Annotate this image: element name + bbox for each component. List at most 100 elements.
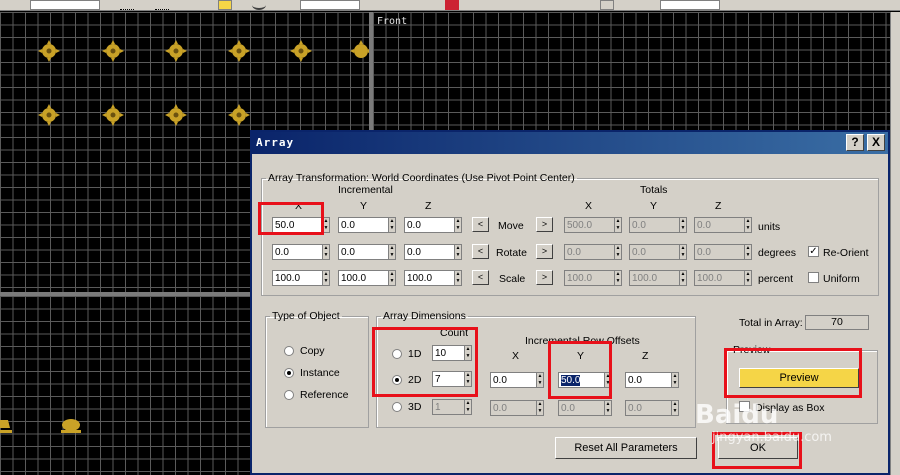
named-selection-dropdown[interactable]: [660, 0, 720, 10]
move-left-arrow-button[interactable]: <: [472, 217, 489, 232]
move-total-x-spinner[interactable]: 500.0 ▲ ▼: [564, 217, 624, 233]
group-legend: Array Dimensions: [383, 310, 466, 322]
rotate-right-arrow-button[interactable]: >: [536, 244, 553, 259]
rotate-icon[interactable]: [252, 0, 266, 10]
command-panel: [890, 12, 900, 475]
array-object-icon: [228, 104, 250, 126]
axis-z-label: Z: [715, 200, 722, 212]
uniform-checkbox[interactable]: [808, 272, 819, 283]
axis-z-label: Z: [425, 200, 432, 212]
highlight-box: [372, 327, 478, 397]
re-orient-label: Re-Orient: [823, 247, 869, 259]
move-total-y-spinner[interactable]: 0.0 ▲ ▼: [629, 217, 689, 233]
totals-label: Totals: [640, 184, 668, 196]
scale-left-arrow-button[interactable]: <: [472, 270, 489, 285]
scale-x-spinner[interactable]: 100.0 ▲ ▼: [272, 270, 332, 286]
degrees-label: degrees: [758, 247, 796, 259]
3d-offset-z-spinner[interactable]: 0.0 ▲ ▼: [625, 400, 681, 416]
array-object-icon: [38, 104, 60, 126]
reference-radio[interactable]: [284, 390, 294, 400]
scale-total-x-spinner[interactable]: 100.0 ▲ ▼: [564, 270, 624, 286]
rotate-left-arrow-button[interactable]: <: [472, 244, 489, 259]
units-label: units: [758, 221, 781, 233]
help-button[interactable]: ?: [846, 134, 864, 151]
instance-radio[interactable]: [284, 368, 294, 378]
array-object-icon: [102, 104, 124, 126]
array-object-icon: [61, 419, 81, 433]
highlight-box: [548, 341, 612, 399]
3d-offset-y-spinner[interactable]: 0.0 ▲ ▼: [558, 400, 614, 416]
scale-z-spinner[interactable]: 100.0 ▲ ▼: [404, 270, 464, 286]
axis-y-label: Y: [650, 200, 658, 212]
viewport-label[interactable]: Front: [377, 16, 407, 27]
rotate-y-spinner[interactable]: 0.0 ▲ ▼: [338, 244, 398, 260]
axis-z-label: Z: [642, 350, 649, 362]
move-total-z-spinner[interactable]: 0.0 ▲ ▼: [694, 217, 754, 233]
mirror-icon[interactable]: [505, 0, 519, 10]
move-z-spinner[interactable]: 0.0 ▲ ▼: [404, 217, 464, 233]
array-object-icon: [290, 40, 312, 62]
rotate-z-spinner[interactable]: 0.0 ▲ ▼: [404, 244, 464, 260]
dialog-title-bar[interactable]: Array ? X: [252, 132, 888, 154]
scale-y-spinner[interactable]: 100.0 ▲ ▼: [338, 270, 398, 286]
move-icon[interactable]: [218, 0, 232, 10]
reference-coord-dropdown[interactable]: [300, 0, 360, 10]
scale-right-arrow-button[interactable]: >: [536, 270, 553, 285]
align-icon[interactable]: [545, 0, 559, 10]
axis-x-label: X: [512, 350, 520, 362]
array-object-icon: [165, 40, 187, 62]
array-object-icon: [0, 420, 12, 433]
3d-count-spinner[interactable]: 1 ▲ ▼: [432, 399, 474, 415]
close-button[interactable]: X: [867, 134, 885, 151]
copy-label: Copy: [300, 345, 325, 357]
2d-offset-z-spinner[interactable]: 0.0 ▲ ▼: [625, 372, 681, 388]
re-orient-checkbox[interactable]: ✓: [808, 246, 819, 257]
2d-offset-x-spinner[interactable]: 0.0 ▲ ▼: [490, 372, 546, 388]
selection-filter-dropdown[interactable]: [30, 0, 100, 10]
named-selection-icon[interactable]: [600, 0, 614, 10]
watermark-url: jingyan.baidu.com: [712, 430, 832, 445]
instance-label: Instance: [300, 367, 340, 379]
rotate-total-x-spinner[interactable]: 0.0 ▲ ▼: [564, 244, 624, 260]
select-region-icon[interactable]: [155, 0, 169, 10]
snap-icon[interactable]: [445, 0, 459, 10]
array-object-icon: [228, 40, 250, 62]
incremental-label: Incremental: [338, 184, 393, 196]
move-label: Move: [498, 220, 524, 232]
array-dialog: Array ? X Array Transformation: World Co…: [250, 130, 890, 475]
reset-all-parameters-button[interactable]: Reset All Parameters: [555, 437, 697, 459]
dialog-title: Array: [256, 136, 295, 149]
scale-total-z-spinner[interactable]: 100.0 ▲ ▼: [694, 270, 754, 286]
rotate-label: Rotate: [496, 247, 527, 259]
array-object-icon: [165, 104, 187, 126]
select-icon[interactable]: [120, 0, 134, 10]
highlight-box: [258, 202, 324, 235]
3d-label: 3D: [408, 401, 422, 413]
move-y-spinner[interactable]: 0.0 ▲ ▼: [338, 217, 398, 233]
total-in-array-value: 70: [805, 315, 869, 330]
scale-label: Scale: [499, 273, 526, 285]
percent-label: percent: [758, 273, 794, 285]
total-in-array-label: Total in Array:: [739, 317, 803, 329]
front-viewport[interactable]: Front: [373, 12, 890, 132]
copy-radio[interactable]: [284, 346, 294, 356]
highlight-box: [724, 348, 862, 398]
array-object-icon: [102, 40, 124, 62]
uniform-label: Uniform: [823, 273, 860, 285]
array-object-icon: [38, 40, 60, 62]
perspective-viewport[interactable]: [0, 296, 250, 475]
main-toolbar: [0, 0, 900, 11]
watermark-logo: Baidu: [695, 400, 779, 430]
move-right-arrow-button[interactable]: >: [536, 217, 553, 232]
rotate-total-y-spinner[interactable]: 0.0 ▲ ▼: [629, 244, 689, 260]
axis-x-label: X: [585, 200, 593, 212]
rotate-total-z-spinner[interactable]: 0.0 ▲ ▼: [694, 244, 754, 260]
axis-y-label: Y: [360, 200, 368, 212]
rotate-x-spinner[interactable]: 0.0 ▲ ▼: [272, 244, 332, 260]
3d-radio[interactable]: [392, 402, 402, 412]
3d-offset-x-spinner[interactable]: 0.0 ▲ ▼: [490, 400, 546, 416]
scale-total-y-spinner[interactable]: 100.0 ▲ ▼: [629, 270, 689, 286]
reference-label: Reference: [300, 389, 349, 401]
group-legend: Array Transformation: World Coordinates …: [268, 172, 575, 184]
group-legend: Type of Object: [272, 310, 340, 322]
